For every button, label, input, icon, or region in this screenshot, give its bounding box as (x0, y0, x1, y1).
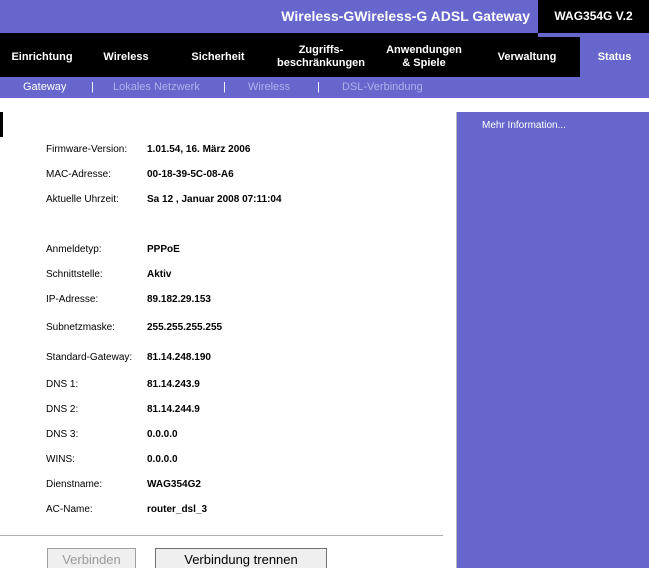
ip-label: IP-Adresse: (46, 294, 99, 305)
subnav-lokales-netzwerk[interactable]: Lokales Netzwerk (113, 81, 200, 93)
gateway-label: Standard-Gateway: (46, 352, 133, 363)
login-type-label: Anmeldetyp: (46, 244, 102, 255)
interface-label: Schnittstelle: (46, 269, 103, 280)
subnav-separator: | (317, 81, 320, 93)
subnav-dsl-verbindung[interactable]: DSL-Verbindung (342, 81, 423, 93)
main-tab-bar: Einrichtung Wireless Sicherheit Zugriffs… (0, 37, 649, 77)
mac-label: MAC-Adresse: (46, 169, 112, 180)
service-name-label: Dienstname: (46, 479, 103, 490)
mac-value: 00-18-39-5C-08-A6 (147, 169, 234, 180)
tab-zugriffsbeschraenkungen[interactable]: Zugriffs- beschränkungen (268, 37, 374, 77)
tab-anwendungen-spiele[interactable]: Anwendungen & Spiele (374, 37, 474, 77)
tab-sicherheit[interactable]: Sicherheit (168, 37, 268, 77)
status-content: Firmware-Version: 1.01.54, 16. März 2006… (0, 112, 457, 568)
dns2-label: DNS 2: (46, 404, 79, 415)
subnav-separator: | (223, 81, 226, 93)
model-badge: WAG354G V.2 (538, 0, 649, 33)
login-type-value: PPPoE (147, 244, 180, 255)
time-label: Aktuelle Uhrzeit: (46, 194, 119, 205)
firmware-value: 1.01.54, 16. März 2006 (147, 144, 251, 155)
tab-einrichtung[interactable]: Einrichtung (0, 37, 84, 77)
tab-wireless[interactable]: Wireless (84, 37, 168, 77)
section-marker (0, 112, 3, 137)
firmware-label: Firmware-Version: (46, 144, 128, 155)
gateway-value: 81.14.248.190 (147, 352, 211, 363)
header-bar: Wireless-GWireless-G ADSL Gateway WAG354… (0, 0, 649, 37)
subnav-gateway[interactable]: Gateway (23, 81, 66, 93)
more-info-link[interactable]: Mehr Information... (482, 120, 566, 131)
dns3-value: 0.0.0.0 (147, 429, 178, 440)
wins-label: WINS: (46, 454, 75, 465)
tab-status[interactable]: Status (580, 37, 649, 77)
ip-value: 89.182.29.153 (147, 294, 211, 305)
time-value: Sa 12 , Januar 2008 07:11:04 (147, 194, 282, 205)
dns3-label: DNS 3: (46, 429, 79, 440)
disconnect-button[interactable]: Verbindung trennen (155, 548, 327, 568)
connect-button[interactable]: Verbinden (47, 548, 136, 568)
dns1-label: DNS 1: (46, 379, 79, 390)
interface-value: Aktiv (147, 269, 172, 280)
tab-verwaltung[interactable]: Verwaltung (474, 37, 580, 77)
sub-navigation: Gateway | Lokales Netzwerk | Wireless | … (0, 77, 649, 98)
wins-value: 0.0.0.0 (147, 454, 178, 465)
subnet-label: Subnetzmaske: (46, 322, 115, 333)
ac-name-value: router_dsl_3 (147, 504, 208, 515)
content-divider (0, 535, 443, 536)
service-name-value: WAG354G2 (147, 479, 201, 490)
dns1-value: 81.14.243.9 (147, 379, 200, 390)
subnav-separator: | (91, 81, 94, 93)
subnet-value: 255.255.255.255 (147, 322, 223, 333)
dns2-value: 81.14.244.9 (147, 404, 200, 415)
subnav-wireless[interactable]: Wireless (248, 81, 290, 93)
product-title: Wireless-GWireless-G ADSL Gateway (281, 8, 530, 24)
help-panel: Mehr Information... (457, 112, 649, 568)
ac-name-label: AC-Name: (46, 504, 93, 515)
spacer (0, 98, 649, 112)
